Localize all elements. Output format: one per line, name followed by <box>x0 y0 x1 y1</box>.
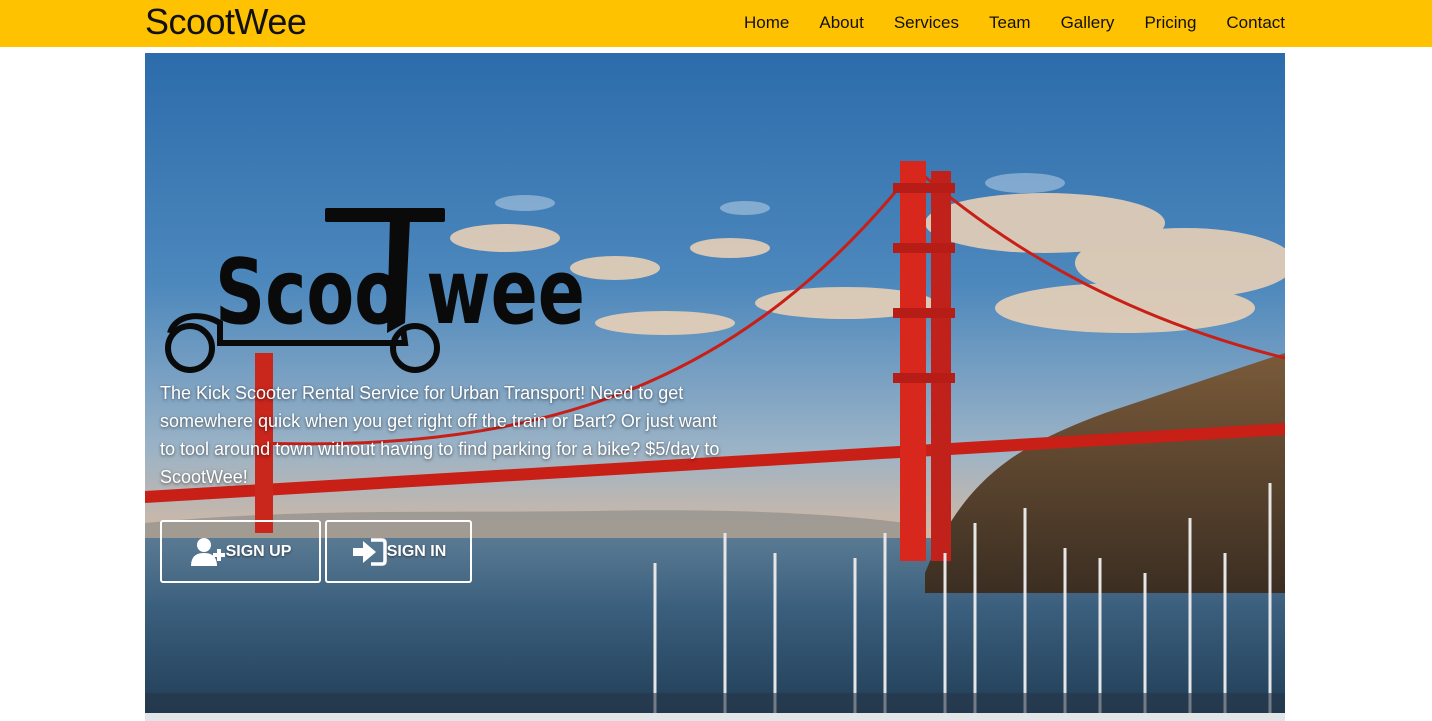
sign-up-button[interactable]: SIGN UP <box>160 520 321 583</box>
nav-about[interactable]: About <box>819 1 863 45</box>
sign-up-label: SIGN UP <box>225 542 292 560</box>
nav-services[interactable]: Services <box>894 1 959 45</box>
nav-pricing[interactable]: Pricing <box>1144 1 1196 45</box>
scootwee-logo-image: Scoo wee <box>165 208 585 373</box>
user-plus-icon <box>190 537 225 566</box>
nav-contact[interactable]: Contact <box>1226 1 1285 45</box>
nav-team[interactable]: Team <box>989 1 1031 45</box>
main-nav: Home About Services Team Gallery Pricing… <box>744 0 1285 45</box>
nav-gallery[interactable]: Gallery <box>1061 1 1115 45</box>
hero-tagline: The Kick Scooter Rental Service for Urba… <box>160 383 720 487</box>
sign-in-label: SIGN IN <box>386 542 447 560</box>
sign-in-button[interactable]: SIGN IN <box>325 520 472 583</box>
section-divider <box>145 713 1285 721</box>
nav-home[interactable]: Home <box>744 1 789 45</box>
hero-section: Scoo wee The Kick Scooter Rental Service… <box>145 53 1285 713</box>
brand-logo[interactable]: ScootWee <box>145 0 307 45</box>
navbar: ScootWee Home About Services Team Galler… <box>0 0 1432 47</box>
sign-in-icon <box>352 537 387 566</box>
